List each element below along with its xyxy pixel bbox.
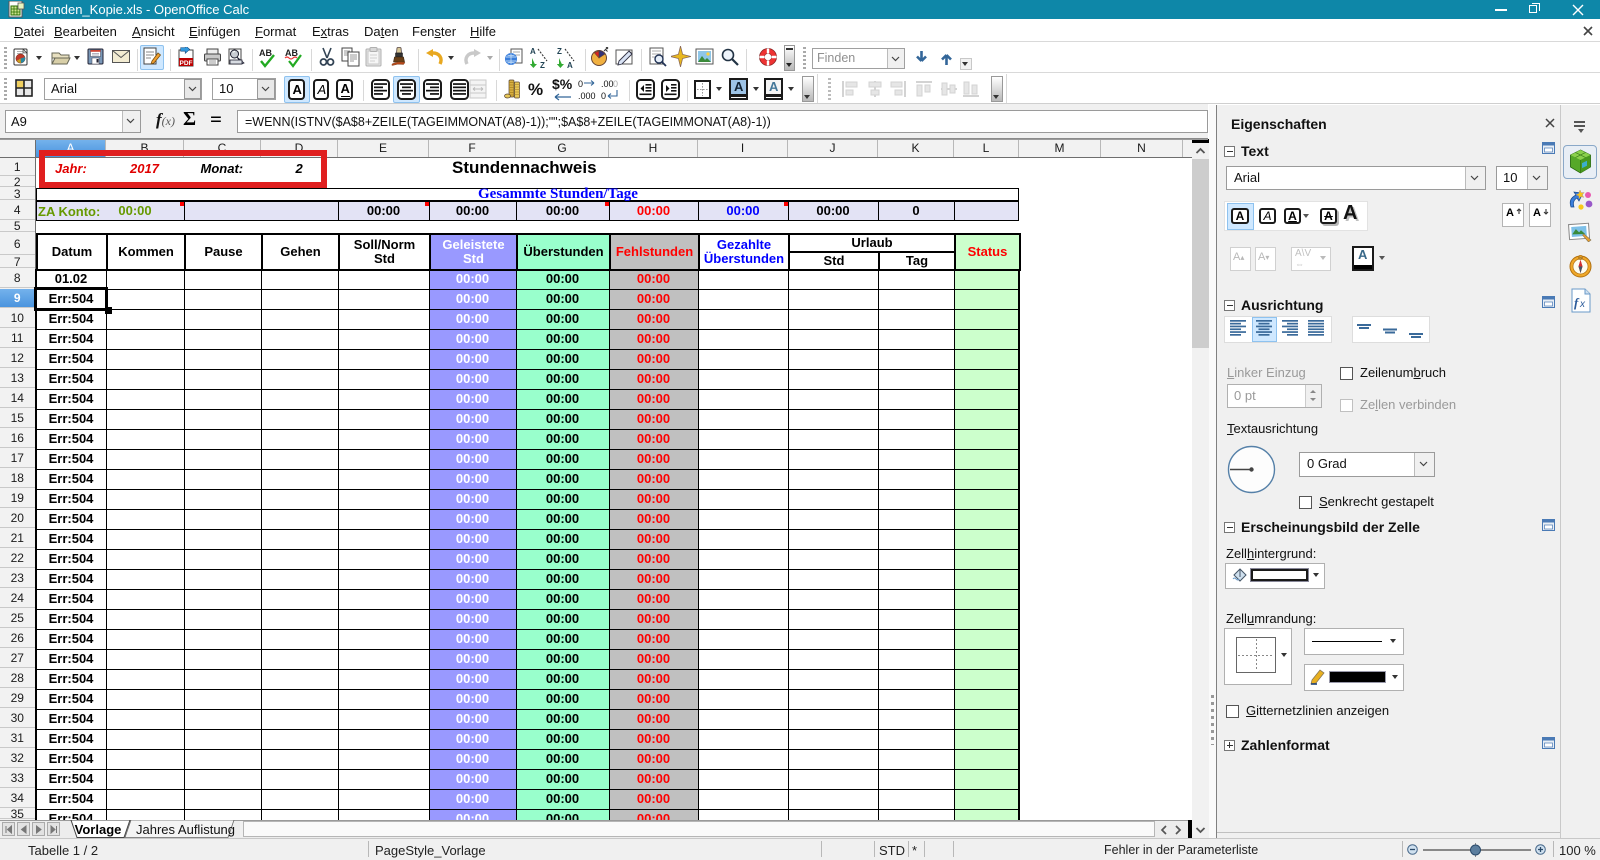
svg-text:Z: Z [540,61,545,69]
svg-text:0: 0 [613,79,618,89]
svg-text:0: 0 [578,79,583,89]
svg-text:.000: .000 [578,91,596,101]
svg-text:AB: AB [259,48,272,58]
svg-text:PDF: PDF [180,60,193,67]
svg-text:.00: .00 [601,79,614,89]
svg-text:A: A [567,61,573,69]
svg-text:x: x [1579,299,1586,310]
svg-text:A: A [530,47,536,56]
svg-text:0: 0 [601,91,606,101]
svg-text:Z: Z [557,47,562,56]
